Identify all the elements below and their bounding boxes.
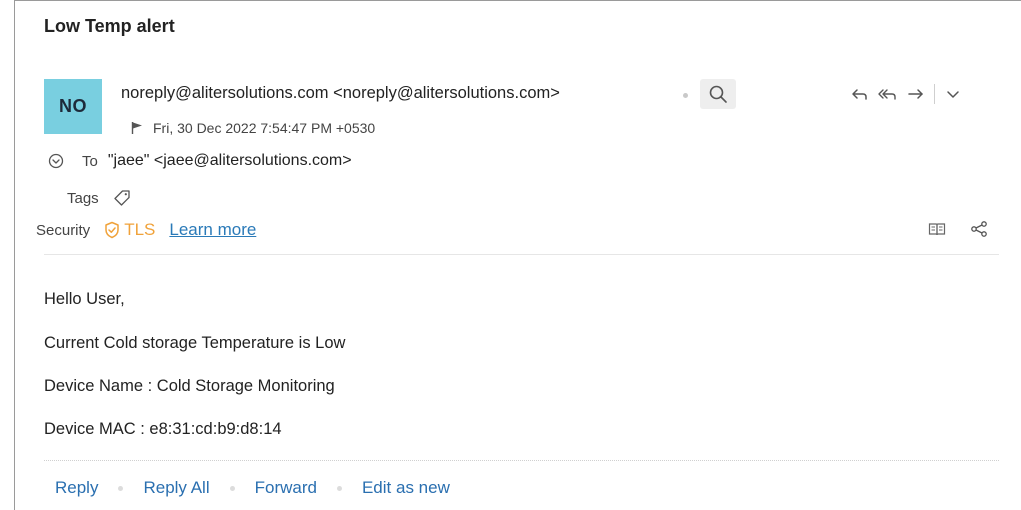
tag-icon [114,190,130,206]
reply-icon [852,89,867,100]
avatar-initials: NO [59,96,87,116]
learn-more-link[interactable]: Learn more [169,220,256,240]
expand-circle-icon [48,153,64,169]
expand-recipients-button[interactable] [47,153,65,169]
reply-all-link[interactable]: Reply All [143,478,209,498]
footer-dot [118,485,124,491]
sender-avatar[interactable]: NO [44,79,102,134]
tls-badge: TLS [104,220,155,240]
tls-text: TLS [124,220,156,239]
share-button[interactable] [970,221,988,237]
message-actions [846,82,967,106]
security-row: Security TLS Learn more [36,218,256,242]
body-device-mac-line: Device MAC : e8:31:cd:b9:d8:14 [44,420,282,438]
tags-row: Tags [67,187,131,209]
reply-link[interactable]: Reply [55,478,98,498]
header-divider [44,254,999,255]
reader-view-button[interactable] [928,221,946,237]
to-value[interactable]: "jaee" <jaee@alitersolutions.com> [108,152,352,170]
sender-address[interactable]: noreply@alitersolutions.com <noreply@ali… [121,84,560,103]
body-temperature-line: Current Cold storage Temperature is Low [44,334,346,352]
forward-icon [908,89,923,99]
chevron-down-icon [947,91,959,98]
actions-divider [934,84,935,104]
add-tag-button[interactable] [113,189,131,207]
reply-all-icon [878,89,896,100]
body-greeting: Hello User, [44,290,125,308]
forward-action[interactable] [902,82,930,106]
share-icon [971,221,987,237]
to-row: To "jaee" <jaee@alitersolutions.com> [47,150,352,172]
forward-link[interactable]: Forward [255,478,317,498]
footer-divider [44,460,999,462]
reply-action[interactable] [846,82,874,106]
more-actions-dropdown[interactable] [939,82,967,106]
footer-dot [336,485,342,491]
reader-icon [928,223,946,236]
shield-check-icon [105,221,119,239]
email-date: Fri, 30 Dec 2022 7:54:47 PM +0530 [153,120,376,136]
tags-label: Tags [67,189,99,207]
footer-dot [229,485,235,491]
edit-as-new-link[interactable]: Edit as new [362,478,450,498]
separator-dot [683,93,688,98]
body-device-name-line: Device Name : Cold Storage Monitoring [44,377,335,395]
email-subject: Low Temp alert [44,16,175,36]
search-icon [709,85,727,103]
flag-icon[interactable] [131,121,143,135]
footer-actions: Reply Reply All Forward Edit as new [55,478,450,498]
to-label: To [82,152,98,170]
security-label: Security [36,221,91,239]
date-row: Fri, 30 Dec 2022 7:54:47 PM +0530 [131,120,375,136]
search-sender-button[interactable] [700,79,736,109]
reply-all-action[interactable] [874,82,902,106]
